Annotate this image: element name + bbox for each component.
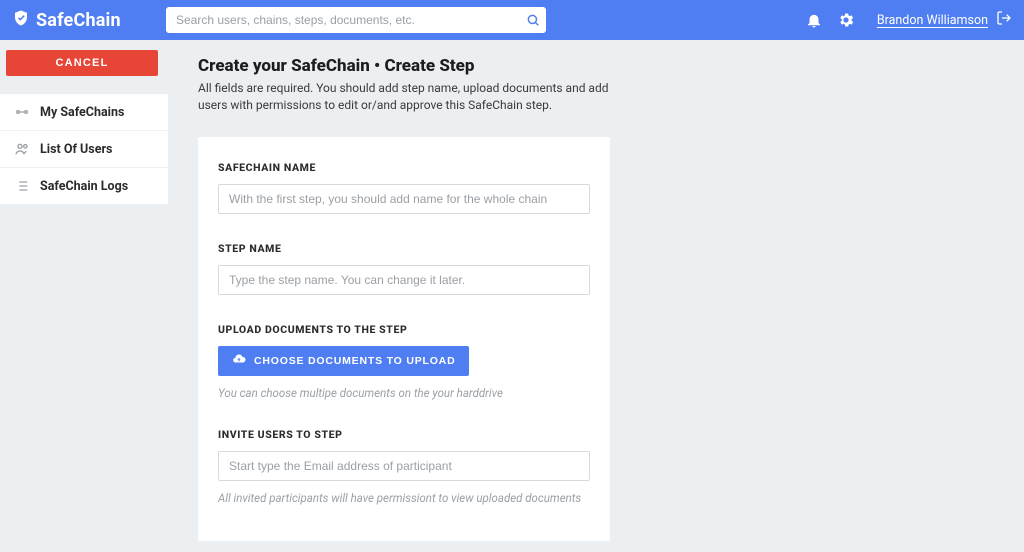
sidebar-nav: My SafeChains List Of Users SafeChain Lo… [0,94,168,204]
logout-icon [996,10,1012,30]
search [166,7,546,33]
upload-hint: You can choose multipe documents on the … [218,386,590,400]
field-label: INVITE USERS TO STEP [218,428,590,441]
sidebar-item-logs[interactable]: SafeChain Logs [0,168,168,204]
sidebar-item-label: SafeChain Logs [40,179,128,194]
field-upload: UPLOAD DOCUMENTS TO THE STEP CHOOSE DOCU… [218,323,590,400]
field-label: UPLOAD DOCUMENTS TO THE STEP [218,323,590,336]
field-safechain-name: SAFECHAIN NAME [218,161,590,214]
safechain-name-input[interactable] [218,184,590,214]
sidebar-item-label: List Of Users [40,142,112,157]
invite-hint: All invited participants will have permi… [218,491,590,505]
search-icon[interactable] [526,13,540,27]
sidebar-item-users[interactable]: List Of Users [0,131,168,168]
shield-icon [12,9,30,32]
field-label: STEP NAME [218,242,590,255]
page-subtitle: All fields are required. You should add … [198,80,628,115]
main: Create your SafeChain • Create Step All … [168,40,1024,552]
invite-email-input[interactable] [218,451,590,481]
sidebar-item-label: My SafeChains [40,105,124,120]
gear-icon[interactable] [837,11,855,29]
bell-icon[interactable] [805,11,823,29]
field-invite: INVITE USERS TO STEP All invited partici… [218,428,590,505]
sidebar: CANCEL My SafeChains List Of Users SafeC… [0,40,168,552]
user-name: Brandon Williamson [877,13,988,28]
page-title: Create your SafeChain • Create Step [198,56,1008,76]
field-step-name: STEP NAME [218,242,590,295]
upload-button-label: CHOOSE DOCUMENTS TO UPLOAD [254,355,455,367]
choose-documents-button[interactable]: CHOOSE DOCUMENTS TO UPLOAD [218,346,469,376]
brand[interactable]: SafeChain [12,9,152,32]
cancel-button[interactable]: CANCEL [6,50,158,76]
create-step-card: SAFECHAIN NAME STEP NAME UPLOAD DOCUMENT… [198,137,610,541]
sidebar-item-my-safechains[interactable]: My SafeChains [0,94,168,131]
users-icon [14,141,30,157]
brand-name: SafeChain [36,10,121,31]
field-label: SAFECHAIN NAME [218,161,590,174]
link-icon [14,104,30,120]
topbar: SafeChain Brandon Williamson [0,0,1024,40]
cloud-upload-icon [232,352,246,369]
user-menu[interactable]: Brandon Williamson [877,10,1012,30]
step-name-input[interactable] [218,265,590,295]
list-icon [14,178,30,194]
search-input[interactable] [166,7,546,33]
